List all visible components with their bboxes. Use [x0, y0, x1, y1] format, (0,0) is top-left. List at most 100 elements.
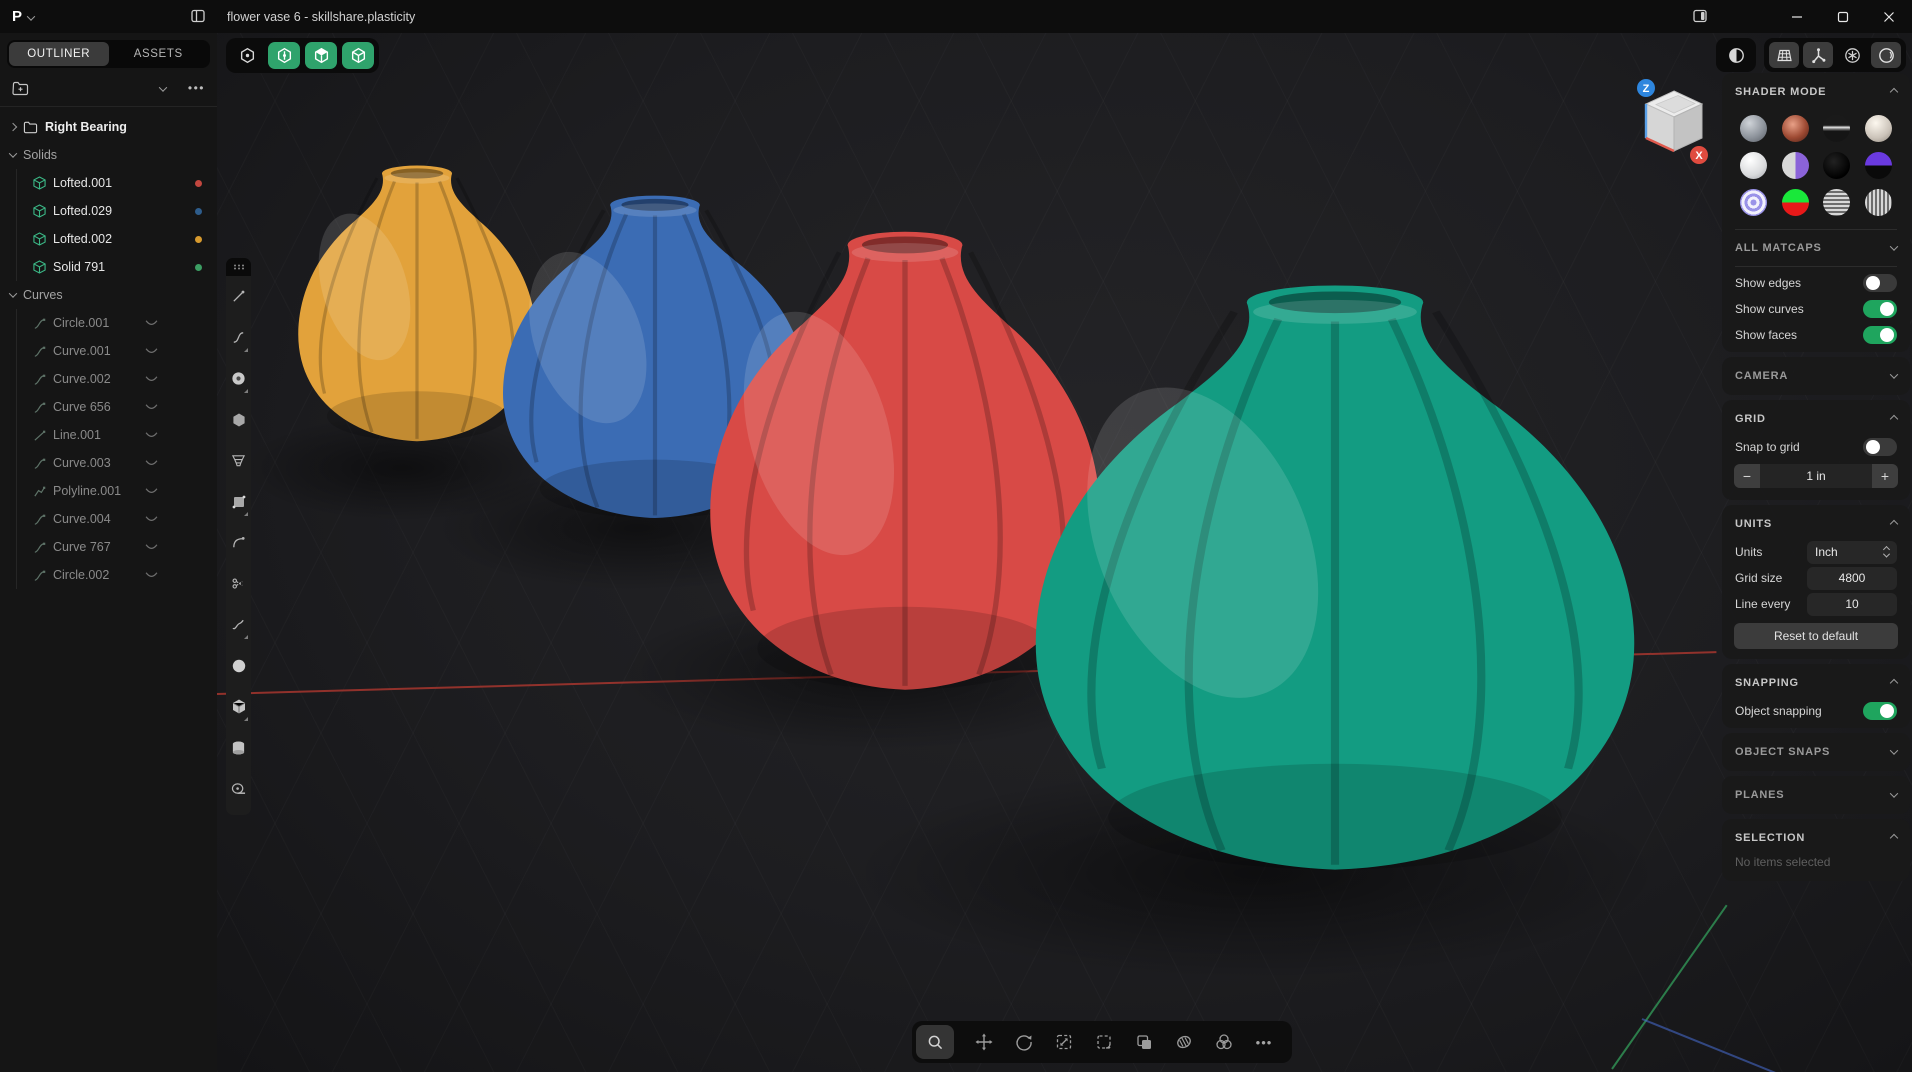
- tree-item-right-bearing[interactable]: Right Bearing: [0, 113, 217, 141]
- object-snapping-toggle[interactable]: [1863, 702, 1897, 720]
- shader-mode-header[interactable]: SHADER MODE: [1722, 77, 1910, 107]
- stepper-value[interactable]: 1 in: [1760, 469, 1872, 483]
- tree-item-lofted-001[interactable]: Lofted.001: [17, 169, 217, 197]
- curve-visibility-icon[interactable]: [144, 347, 159, 356]
- curve-visibility-icon[interactable]: [144, 543, 159, 552]
- rotate-icon[interactable]: [1014, 1032, 1034, 1052]
- tree-item-lofted-029[interactable]: Lofted.029: [17, 197, 217, 225]
- spline-tool-icon[interactable]: [226, 317, 251, 358]
- matcap-swatch-stripes-vertical[interactable]: [1865, 189, 1892, 216]
- tree-item-circle-002[interactable]: Circle.002: [17, 561, 217, 589]
- maximize-button[interactable]: [1820, 0, 1866, 33]
- tree-item-curve-003[interactable]: Curve.003: [17, 449, 217, 477]
- selection-header[interactable]: SELECTION: [1722, 823, 1910, 853]
- rectangle-tool-icon[interactable]: [226, 481, 251, 522]
- matcap-swatch-black[interactable]: [1823, 152, 1850, 179]
- drag-handle[interactable]: [226, 258, 251, 276]
- curve-visibility-icon[interactable]: [144, 319, 159, 328]
- line-every-input[interactable]: 10: [1807, 593, 1897, 616]
- units-select[interactable]: Inch: [1807, 541, 1897, 564]
- matcap-swatch-silver[interactable]: [1740, 115, 1767, 142]
- sphere-tool-icon[interactable]: [226, 645, 251, 686]
- tree-group-solids[interactable]: Solids: [0, 141, 217, 169]
- matcap-swatch-stripes-horizontal[interactable]: [1823, 189, 1850, 216]
- close-button[interactable]: [1866, 0, 1912, 33]
- circle-tool-icon[interactable]: [226, 358, 251, 399]
- settings-hexagon-button[interactable]: [231, 42, 263, 69]
- box-tool-icon[interactable]: [226, 686, 251, 727]
- sheet-mode-button[interactable]: [305, 42, 337, 69]
- tree-item-circle-001[interactable]: Circle.001: [17, 309, 217, 337]
- show-faces-toggle[interactable]: [1863, 326, 1897, 344]
- minimize-button[interactable]: [1774, 0, 1820, 33]
- freehand-tool-icon[interactable]: [226, 604, 251, 645]
- scale-icon[interactable]: [1054, 1032, 1074, 1052]
- tree-item-curve-001[interactable]: Curve.001: [17, 337, 217, 365]
- tree-item-curve-004[interactable]: Curve.004: [17, 505, 217, 533]
- grid-display-icon[interactable]: [1769, 42, 1799, 68]
- stepper-plus-button[interactable]: +: [1872, 464, 1898, 488]
- snapping-header[interactable]: SNAPPING: [1722, 668, 1910, 698]
- planes-header[interactable]: PLANES: [1722, 780, 1910, 810]
- move-icon[interactable]: [974, 1032, 994, 1052]
- theme-contrast-icon[interactable]: [1721, 42, 1751, 68]
- curve-visibility-icon[interactable]: [144, 403, 159, 412]
- paste-special-icon[interactable]: [1094, 1032, 1114, 1052]
- curve-visibility-icon[interactable]: [144, 515, 159, 524]
- curve-visibility-icon[interactable]: [144, 375, 159, 384]
- trim-tool-icon[interactable]: [226, 563, 251, 604]
- tree-group-curves[interactable]: Curves: [0, 281, 217, 309]
- 3d-viewport[interactable]: ••• Z X: [217, 33, 1912, 1072]
- measure-tool-icon[interactable]: [226, 768, 251, 809]
- gizmo-icon[interactable]: [1803, 42, 1833, 68]
- tab-assets[interactable]: ASSETS: [109, 42, 209, 66]
- app-menu-chevron-icon[interactable]: [28, 8, 34, 26]
- object-snaps-header[interactable]: OBJECT SNAPS: [1722, 737, 1910, 767]
- view-cube[interactable]: Z X: [1633, 77, 1715, 167]
- curve-visibility-icon[interactable]: [144, 431, 159, 440]
- snap-to-grid-toggle[interactable]: [1863, 438, 1897, 456]
- camera-header[interactable]: CAMERA: [1722, 361, 1910, 391]
- app-logo[interactable]: P: [12, 8, 22, 25]
- reset-to-default-button[interactable]: Reset to default: [1734, 623, 1898, 649]
- tree-item-polyline-001[interactable]: Polyline.001: [17, 477, 217, 505]
- render-modes-icon[interactable]: [1214, 1032, 1234, 1052]
- all-matcaps-header[interactable]: ALL MATCAPS: [1722, 233, 1910, 263]
- tab-outliner[interactable]: OUTLINER: [9, 42, 109, 66]
- curve-visibility-icon[interactable]: [144, 571, 159, 580]
- matcap-ball-icon[interactable]: [1871, 42, 1901, 68]
- matcap-swatch-green-red[interactable]: [1782, 189, 1809, 216]
- tree-item-solid-791[interactable]: Solid 791: [17, 253, 217, 281]
- matcap-swatch-pearl[interactable]: [1865, 115, 1892, 142]
- stepper-minus-button[interactable]: −: [1734, 464, 1760, 488]
- units-header[interactable]: UNITS: [1722, 509, 1910, 539]
- arc-tool-icon[interactable]: [226, 522, 251, 563]
- performance-icon[interactable]: [1837, 42, 1867, 68]
- panel-toggle-icon[interactable]: [1692, 8, 1708, 24]
- tree-item-lofted-002[interactable]: Lofted.002: [17, 225, 217, 253]
- curve-mode-button[interactable]: [342, 42, 374, 69]
- grid-size-input[interactable]: 4800: [1807, 567, 1897, 590]
- sort-chevron-icon[interactable]: [160, 79, 166, 97]
- matcap-swatch-rings[interactable]: [1740, 189, 1767, 216]
- more-tools-icon[interactable]: •••: [1254, 1032, 1274, 1052]
- tree-item-curve-002[interactable]: Curve.002: [17, 365, 217, 393]
- tree-item-curve-656[interactable]: Curve 656: [17, 393, 217, 421]
- matcap-swatch-purple-dark[interactable]: [1865, 152, 1892, 179]
- cylinder-tool-icon[interactable]: [226, 727, 251, 768]
- matcap-swatch-porcelain[interactable]: [1740, 152, 1767, 179]
- show-edges-toggle[interactable]: [1863, 274, 1897, 292]
- more-options-icon[interactable]: •••: [188, 81, 205, 95]
- line-tool-icon[interactable]: [226, 276, 251, 317]
- isolate-icon[interactable]: [1174, 1032, 1194, 1052]
- matcap-swatch-copper[interactable]: [1782, 115, 1809, 142]
- grid-header[interactable]: GRID: [1722, 404, 1910, 434]
- revolve-tool-icon[interactable]: [226, 440, 251, 481]
- zoom-button[interactable]: [916, 1025, 954, 1059]
- sidebar-toggle-icon[interactable]: [190, 8, 206, 24]
- new-folder-icon[interactable]: [12, 81, 29, 96]
- tree-item-line-001[interactable]: Line.001: [17, 421, 217, 449]
- matcap-swatch-gray-purple[interactable]: [1782, 152, 1809, 179]
- matcap-swatch-carbon[interactable]: [1823, 115, 1850, 142]
- curve-visibility-icon[interactable]: [144, 459, 159, 468]
